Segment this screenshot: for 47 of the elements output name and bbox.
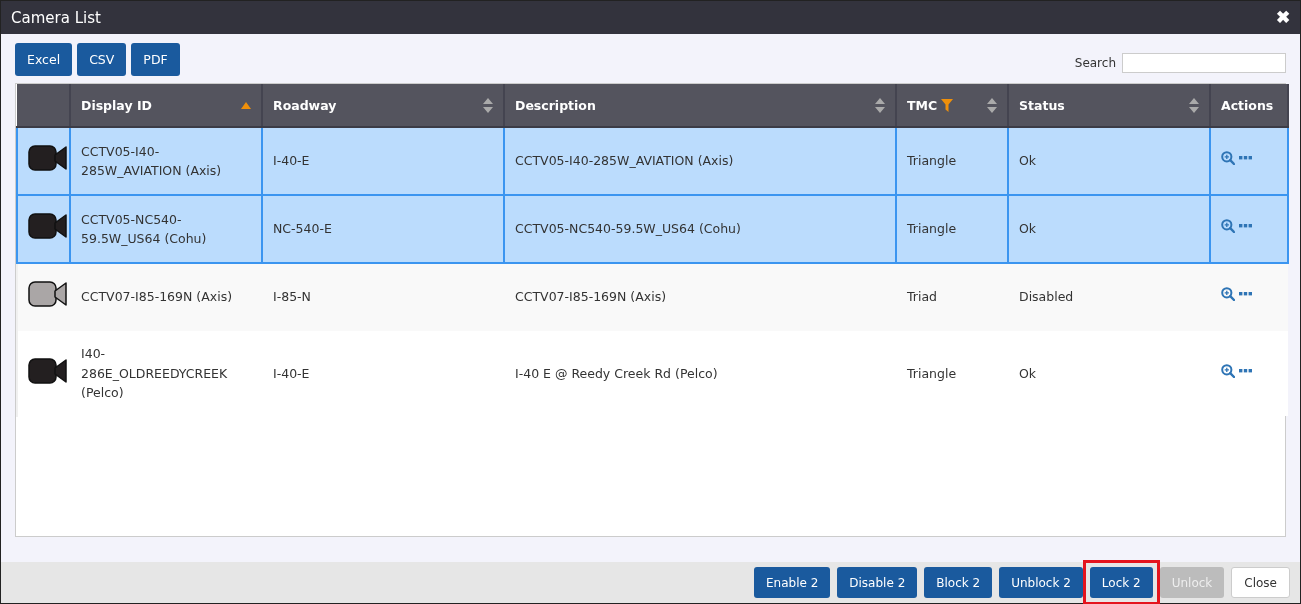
window-title: Camera List [11,8,101,27]
zoom-in-icon[interactable] [1221,151,1235,166]
column-header[interactable]: Roadway [262,84,504,127]
action-button[interactable]: Close [1231,567,1290,598]
sort-icon[interactable] [875,97,885,113]
table-row[interactable]: CCTV05-I40-285W_AVIATION (Axis) I-40-E CCTV05-I40-285W_AVIATION (Axis) Triangle Ok [17,127,1288,195]
table-row[interactable]: I40-286E_OLDREEDYCREEK (Pelco) I-40-E I-40 E @ Reedy Creek Rd (Pelco) Triangle Ok [17,331,1288,416]
table-cell: I40-286E_OLDREEDYCREEK (Pelco) [70,331,262,416]
table-row[interactable]: CCTV07-I85-169N (Axis) I-85-N CCTV07-I85-169N (Axis) Triad Disabled [17,263,1288,331]
column-header[interactable]: TMC [896,84,1008,127]
action-button[interactable]: Block 2 [924,567,993,598]
export-button[interactable]: Excel [15,43,73,76]
sort-icon[interactable] [987,97,997,113]
action-button[interactable]: Disable 2 [837,567,918,598]
sort-icon[interactable] [1189,97,1199,113]
more-options-icon[interactable] [1239,292,1252,297]
zoom-in-icon[interactable] [1221,219,1235,234]
close-button[interactable]: ✖ [1274,7,1292,28]
table-cell: I-40 E @ Reedy Creek Rd (Pelco) [504,331,896,416]
column-header[interactable]: Description [504,84,896,127]
more-options-icon[interactable] [1239,368,1252,373]
column-label: Display ID [81,97,152,113]
export-button[interactable]: PDF [131,43,180,76]
column-label: TMC [907,97,938,113]
column-label: Status [1019,97,1065,113]
zoom-in-icon[interactable] [1221,363,1235,378]
table-row[interactable]: CCTV05-NC540-59.5W_US64 (Cohu) NC-540-E CCTV05-NC540-59.5W_US64 (Cohu) Triangle Ok [17,195,1288,263]
sort-icon[interactable] [483,97,493,113]
table-cell: Triangle [896,331,1008,416]
sort-ascending-icon[interactable] [241,101,251,109]
action-button[interactable]: Lock 2 [1089,567,1153,598]
export-button[interactable]: CSV [77,43,127,76]
action-button[interactable]: Unblock 2 [999,567,1083,598]
action-button[interactable]: Enable 2 [753,567,831,598]
column-label: Roadway [273,97,337,113]
search-field[interactable] [1122,53,1286,73]
column-header[interactable]: Status [1008,84,1210,127]
more-options-icon[interactable] [1239,156,1252,161]
table-cell: I-40-E [262,331,504,416]
column-header[interactable]: Display ID [70,84,262,127]
zoom-in-icon[interactable] [1221,287,1235,302]
more-options-icon[interactable] [1239,224,1252,229]
table-cell: Ok [1008,331,1210,416]
column-label: Description [515,97,596,113]
column-label: Actions [1221,97,1274,113]
filter-icon[interactable] [941,98,954,112]
search-label: Search [1074,56,1116,70]
